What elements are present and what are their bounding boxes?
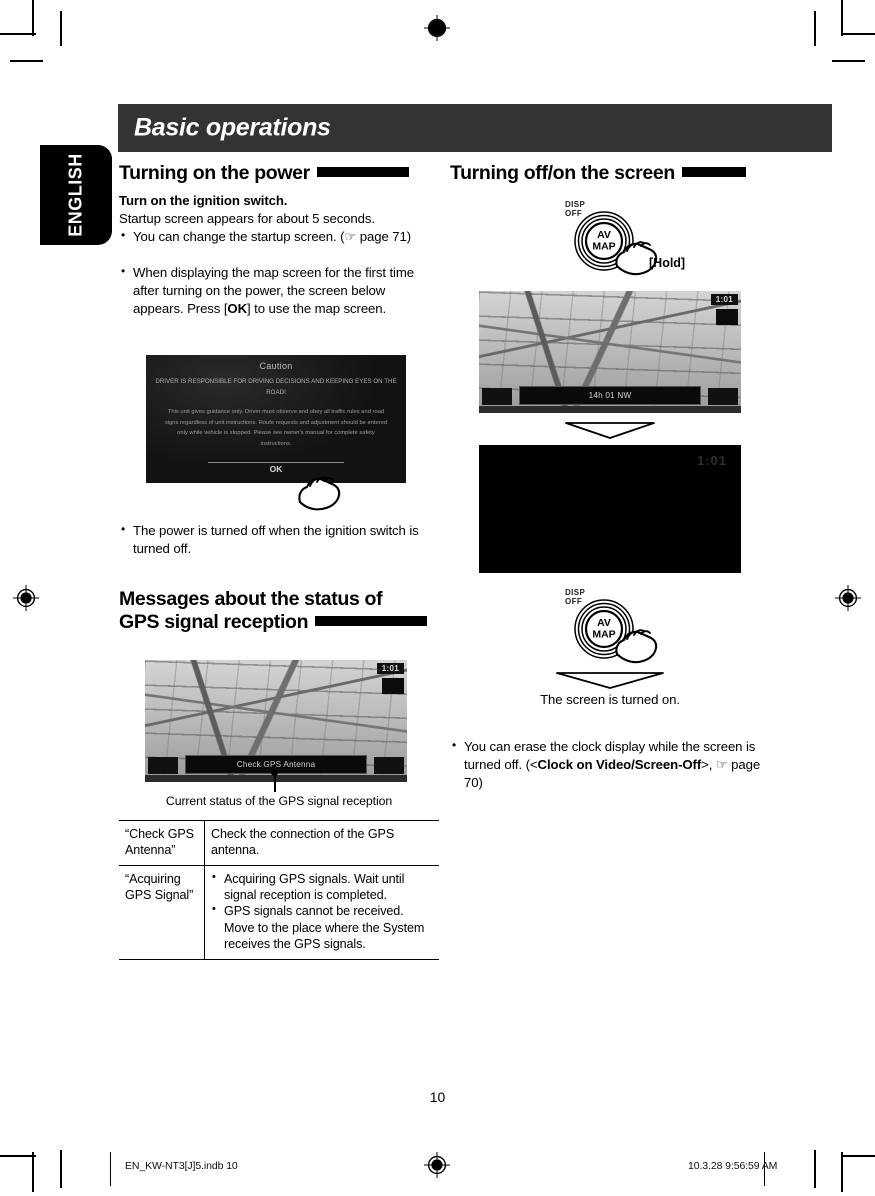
left-column: Turning on the power Turn on the ignitio… [119,162,439,319]
ok-key-label: OK [227,301,248,317]
screen-on-map-image: 1:01 14h 01 NW [479,291,741,413]
gps-messages-table: “Check GPS Antenna” Check the connection… [119,820,439,960]
table-cell-message: “Check GPS Antenna” [119,820,205,866]
section-heading-turning-on-power: Turning on the power [119,162,439,185]
table-cell-message: “Acquiring GPS Signal” [119,864,205,960]
heading-rule [315,615,428,626]
screen-off-clock: 1:01 [697,453,727,468]
hand-pointer-icon [611,624,663,675]
crop-mark-tr-h [841,33,875,35]
crop-mark-br-h [841,1155,875,1157]
map-clock-value: 1:01 [381,664,399,673]
section-heading-text: Turning off/on the screen [450,162,675,184]
heading-rule [681,166,746,177]
ignition-subheading: Turn on the ignition switch. [119,193,288,208]
registration-mark-right [835,585,861,611]
map-icon-badge [382,678,404,694]
gps-map-screen-image: 1:01 Check GPS Antenna [145,660,407,782]
language-tab: ENGLISH [40,145,112,245]
crop-mark-br-v [814,1150,816,1188]
caution-screen-photo: Caution DRIVER IS RESPONSIBLE FOR DRIVIN… [146,355,406,483]
flow-arrow-down-1 [564,420,656,445]
section-heading-text: Turning on the power [119,162,310,184]
hand-pointer-icon [292,468,348,519]
footer-timestamp: 10.3.28 9:56:59 AM [688,1160,778,1172]
registration-mark-top [424,15,450,41]
caution-body-text: This unit gives guidance only. Driver mu… [164,409,388,448]
gps-heading-line1: Messages about the status of [119,588,383,610]
list-item: When displaying the map screen for the f… [119,263,439,319]
crop-mark-bl-v [60,1150,62,1188]
startup-screen-note: Startup screen appears for about 5 secon… [119,210,375,226]
footer-filename: EN_KW-NT3[J]5.indb 10 [125,1160,238,1172]
list-item: GPS signals cannot be received. Move to … [211,902,432,952]
bullet-text-suffix: ] to use the map screen. [247,301,387,317]
caution-title: Caution [259,361,293,371]
list-item: You can change the startup screen. (☞ pa… [119,227,439,246]
map-status-text: Check GPS Antenna [236,760,316,769]
language-tab-label: ENGLISH [65,153,86,237]
bullet-list-mapscreen: When displaying the map screen for the f… [119,263,439,319]
registration-mark-bottom [424,1152,450,1178]
crop-mark-bl-h [0,1155,36,1157]
bullet-list-startup: You can change the startup screen. (☞ pa… [119,227,439,246]
svg-text:AV: AV [597,229,611,241]
gps-heading-line2: GPS signal reception [119,611,309,633]
crop-mark-tr2-h [832,60,865,62]
right-column: Turning off/on the screen [450,162,780,192]
footer-divider-left [110,1152,112,1186]
map-clock-value: 1:01 [715,295,733,304]
crop-mark-tl2-v [60,11,62,46]
table-row: “Acquiring GPS Signal” Acquiring GPS sig… [119,864,439,960]
map-clock-badge: 1:01 [710,294,738,305]
caution-ok-button: OK [269,464,283,474]
crop-mark-tl-v [32,0,34,36]
map-bottom-strip [479,406,741,413]
caption-leader-dot [271,769,278,776]
gps-map-caption: Current status of the GPS signal recepti… [165,794,393,808]
bullet-list-power-off: The power is turned off when the ignitio… [119,521,439,559]
chapter-title: Basic operations [134,113,331,142]
screen-off-clock-value: 1:01 [696,453,727,468]
list-item: The power is turned off when the ignitio… [119,521,439,558]
caution-headline: DRIVER IS RESPONSIBLE FOR DRIVING DECISI… [155,378,397,396]
registration-mark-left [13,585,39,611]
description-list: Acquiring GPS signals. Wait until signal… [211,870,432,953]
table-cell-description: Check the connection of the GPS antenna. [204,820,439,866]
map-right-badge [374,757,404,774]
clock-setting-name: Clock on Video/Screen-Off [537,757,702,773]
screen-off-image: 1:01 [479,445,741,573]
map-clock-badge: 1:01 [376,663,404,674]
heading-rule [316,166,409,177]
crop-mark-tl2-h [10,60,43,62]
crop-mark-tl-h [0,33,36,35]
chapter-title-bar: Basic operations [118,104,832,152]
map-status-text: 14h 01 NW [588,391,632,400]
bullet-list-clock-display: You can erase the clock display while th… [450,737,780,794]
crop-mark-tr2-v [814,11,816,46]
crop-mark-tr-v [841,0,843,36]
map-icon-badge [716,309,738,325]
map-status-bar: 14h 01 NW [519,386,701,405]
table-cell-description: Acquiring GPS signals. Wait until signal… [204,864,439,960]
manual-page: ENGLISH Basic operations Turning on the … [0,0,875,1196]
caution-ok-divider [208,462,344,463]
crop-mark-bl2-v [32,1152,34,1192]
map-right-badge [708,388,738,405]
svg-text:AV: AV [597,617,611,629]
section-heading-gps-messages: Messages about the status of GPS signal … [119,588,449,634]
map-bottom-strip [145,775,407,782]
map-left-badge [148,757,178,774]
list-item: Acquiring GPS signals. Wait until signal… [211,870,432,904]
section-heading-turning-screen: Turning off/on the screen [450,162,780,185]
map-left-badge [482,388,512,405]
screen-on-result-caption: The screen is turned on. [540,692,680,707]
caution-screen-image: Caution DRIVER IS RESPONSIBLE FOR DRIVIN… [146,355,406,483]
page-number: 10 [429,1089,446,1105]
crop-mark-br2-v [841,1152,843,1192]
list-item: You can erase the clock display while th… [450,737,780,793]
hold-action-label: [Hold] [649,256,686,270]
table-row: “Check GPS Antenna” Check the connection… [119,820,439,866]
